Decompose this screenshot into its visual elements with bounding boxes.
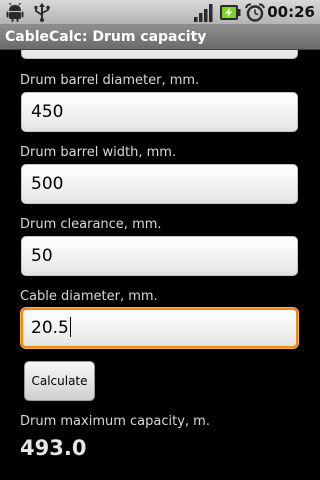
drum-barrel-width-input[interactable]: 500 bbox=[21, 164, 298, 204]
alarm-clock-icon bbox=[245, 3, 265, 22]
result-label: Drum maximum capacity, m. bbox=[20, 414, 210, 429]
drum-clearance-input[interactable]: 50 bbox=[21, 236, 298, 276]
battery-charging-icon bbox=[220, 5, 241, 20]
signal-icon bbox=[194, 4, 213, 22]
app-title: CableCalc: Drum capacity bbox=[5, 29, 207, 45]
drum-barrel-diameter-input[interactable]: 450 bbox=[21, 92, 298, 132]
drum-clearance-label: Drum clearance, mm. bbox=[20, 217, 162, 232]
cable-diameter-input[interactable]: 20.5 bbox=[21, 308, 298, 348]
drum-barrel-diameter-label: Drum barrel diameter, mm. bbox=[20, 73, 200, 88]
status-clock: 00:26 bbox=[267, 3, 315, 21]
usb-icon bbox=[34, 3, 50, 22]
screen: 00:26 CableCalc: Drum capacity Drum barr… bbox=[0, 0, 320, 480]
status-bar: 00:26 bbox=[0, 0, 320, 25]
calculate-button[interactable]: Calculate bbox=[24, 361, 95, 401]
scrolled-off-field bbox=[21, 50, 298, 59]
drum-barrel-width-label: Drum barrel width, mm. bbox=[20, 145, 177, 160]
cable-diameter-value: 20.5 bbox=[31, 318, 69, 338]
drum-capacity-form[interactable]: Drum barrel diameter, mm. 450 Drum barre… bbox=[0, 50, 320, 480]
android-debug-icon bbox=[6, 3, 24, 22]
title-bar: CableCalc: Drum capacity bbox=[0, 25, 320, 50]
text-cursor bbox=[69, 316, 71, 337]
cable-diameter-label: Cable diameter, mm. bbox=[20, 289, 158, 304]
result-value: 493.0 bbox=[20, 436, 87, 460]
